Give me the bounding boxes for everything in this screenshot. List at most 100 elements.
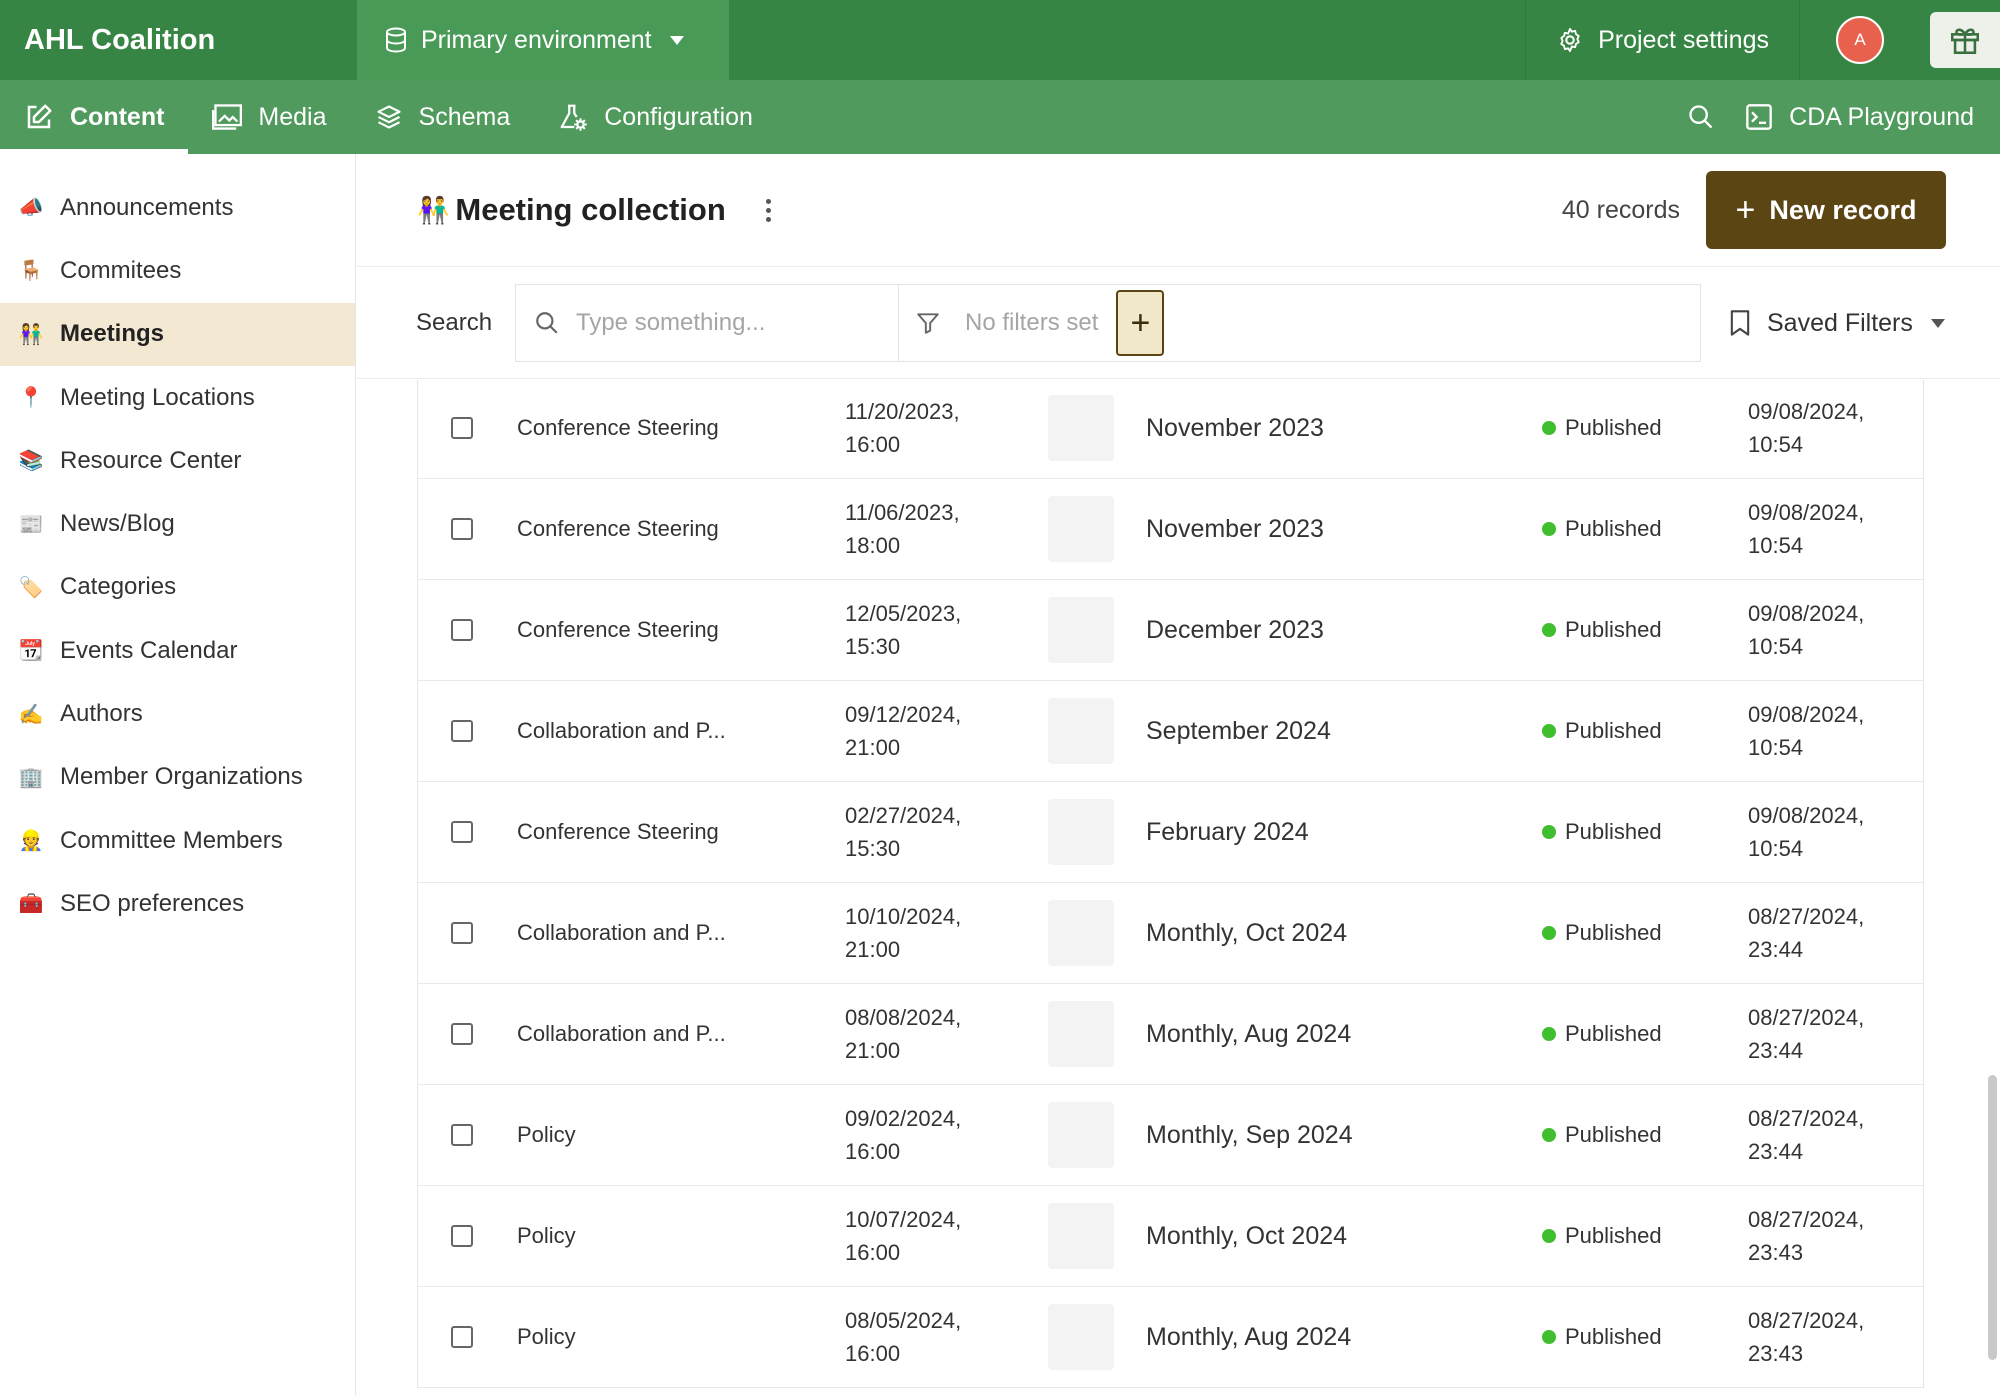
sidebar-item-label: Events Calendar [60,636,238,664]
environment-label: Primary environment [421,25,652,54]
updated-time: 10:54 [1748,836,1804,861]
updated-time: 23:43 [1748,1341,1804,1366]
updated-date: 09/08/2024, [1748,500,1865,525]
status-label: Published [1565,617,1662,642]
date-cell: 11/06/2023, 18:00 [845,479,995,579]
status-dot-icon [1542,1128,1556,1142]
sidebar-item-news-blog[interactable]: 📰 News/Blog [0,492,355,555]
status-dot-icon [1542,926,1556,940]
tab-configuration[interactable]: Configuration [534,80,777,154]
table-row[interactable]: Conference Steering 11/20/2023, 16:00 Novem… [418,380,1923,479]
tab-content[interactable]: Content [0,80,189,154]
cda-playground-label: CDA Playground [1789,102,1974,131]
sidebar-item-member-organizations[interactable]: 🏢 Member Organizations [0,746,355,809]
new-record-button[interactable]: + New record [1706,171,1946,249]
status-dot-icon [1542,1027,1556,1041]
row-checkbox[interactable] [451,1186,473,1286]
row-checkbox[interactable] [451,782,473,882]
records-table: Conference Steering01/xx/2024,15:30Janua… [417,380,1924,1388]
sidebar-item-events-calendar[interactable]: 📆 Events Calendar [0,619,355,682]
layers-icon [376,105,401,129]
scrollbar[interactable] [1988,1075,1997,1360]
avatar[interactable]: A [1836,16,1884,64]
sidebar-item-meetings[interactable]: 👫 Meetings [0,302,355,366]
table-row[interactable]: Conference Steering 02/27/2024, 15:30 Febru… [418,782,1923,883]
project-settings-button[interactable]: Project settings [1525,0,1800,80]
date-line: 11/06/2023, [845,500,960,525]
table-row[interactable]: Conference Steering 11/06/2023, 18:00 Novem… [418,479,1923,580]
updated-cell: 08/27/2024, 23:44 [1748,1085,1898,1185]
table-row[interactable]: Collaboration and P... 10/10/2024, 21:00 Mo… [418,883,1923,984]
committee-cell: Policy [517,1223,576,1248]
committee-cell: Policy [517,1324,576,1349]
gift-button[interactable] [1930,12,2000,68]
sidebar-item-categories[interactable]: 🏷️ Categories [0,556,355,619]
sidebar-item-label: SEO preferences [60,889,245,917]
committee-cell: Conference Steering [517,415,719,440]
search-input[interactable] [576,309,876,337]
filters-summary[interactable]: No filters set [899,309,1098,337]
row-checkbox[interactable] [451,1287,473,1387]
title-cell: November 2023 [1146,514,1324,543]
table-row[interactable]: Collaboration and P... 08/08/2024, 21:00 Mo… [418,984,1923,1085]
table-row[interactable]: Conference Steering 12/05/2023, 15:30 Decem… [418,580,1923,681]
updated-cell: 08/27/2024, 23:44 [1748,883,1898,983]
thumbnail [1048,580,1114,680]
updated-cell: 08/27/2024, 23:43 [1748,1287,1898,1387]
sidebar-item-announcements[interactable]: 📣 Announcements [0,176,355,239]
sidebar-item-seo-preferences[interactable]: 🧰 SEO preferences [0,872,355,935]
sidebar-item-label: Announcements [60,193,234,221]
environment-selector[interactable]: Primary environment [357,0,729,80]
row-checkbox[interactable] [451,580,473,680]
sidebar-item-resource-center[interactable]: 📚 Resource Center [0,429,355,492]
updated-time: 23:44 [1748,937,1804,962]
tab-configuration-label: Configuration [604,102,753,131]
status-dot-icon [1542,1330,1556,1344]
title-cell: November 2023 [1146,413,1324,442]
table-row[interactable]: Policy 08/05/2024, 16:00 Monthly, Aug 2024 P… [418,1287,1923,1388]
cda-playground-button[interactable]: CDA Playground [1745,80,2000,154]
global-search-button[interactable] [1657,80,1745,154]
sidebar-item-label: Meeting Locations [60,383,255,411]
status-badge: Published [1542,984,1662,1084]
sidebar-item-commitees[interactable]: 🪑 Commitees [0,239,355,302]
status-badge: Published [1542,380,1662,478]
table-row[interactable]: Policy 09/02/2024, 16:00 Monthly, Sep 2024 P… [418,1085,1923,1186]
title-cell: Monthly, Aug 2024 [1146,1322,1352,1351]
updated-date: 09/08/2024, [1748,399,1865,424]
thumbnail [1048,681,1114,781]
table-row[interactable]: Collaboration and P... 09/12/2024, 21:00 Se… [418,681,1923,782]
status-badge: Published [1542,681,1662,781]
committee-cell: Conference Steering [517,617,719,642]
sidebar-item-authors[interactable]: ✍️ Authors [0,682,355,745]
tab-schema[interactable]: Schema [351,80,535,154]
row-checkbox[interactable] [451,883,473,983]
status-badge: Published [1542,1287,1662,1387]
status-badge: Published [1542,479,1662,579]
brand-name[interactable]: AHL Coalition [0,0,357,80]
row-checkbox[interactable] [451,681,473,781]
sidebar-item-emoji-icon: 📣 [18,197,44,220]
status-badge: Published [1542,1186,1662,1286]
table-row[interactable]: Policy 10/07/2024, 16:00 Monthly, Oct 2024 P… [418,1186,1923,1287]
row-checkbox[interactable] [451,984,473,1084]
add-filter-button[interactable]: + [1116,290,1165,356]
row-checkbox[interactable] [451,1085,473,1185]
time-line: 21:00 [845,1038,901,1063]
row-checkbox[interactable] [451,380,473,478]
more-options-icon[interactable] [765,198,771,222]
updated-date: 08/27/2024, [1748,1207,1865,1232]
search-field [516,285,899,361]
sidebar-item-committee-members[interactable]: 👷 Committee Members [0,809,355,872]
sidebar-item-emoji-icon: 👷 [18,830,44,853]
search-icon [536,312,558,334]
tab-media[interactable]: Media [188,80,350,154]
saved-filters-dropdown[interactable]: Saved Filters [1729,309,1961,338]
sidebar-item-meeting-locations[interactable]: 📍 Meeting Locations [0,366,355,429]
row-checkbox[interactable] [451,479,473,579]
updated-cell: 09/08/2024, 10:54 [1748,479,1898,579]
saved-filters-label: Saved Filters [1767,308,1913,337]
status-dot-icon [1542,1229,1556,1243]
page-title: Meeting collection [455,192,726,227]
flask-gear-icon [560,104,587,131]
